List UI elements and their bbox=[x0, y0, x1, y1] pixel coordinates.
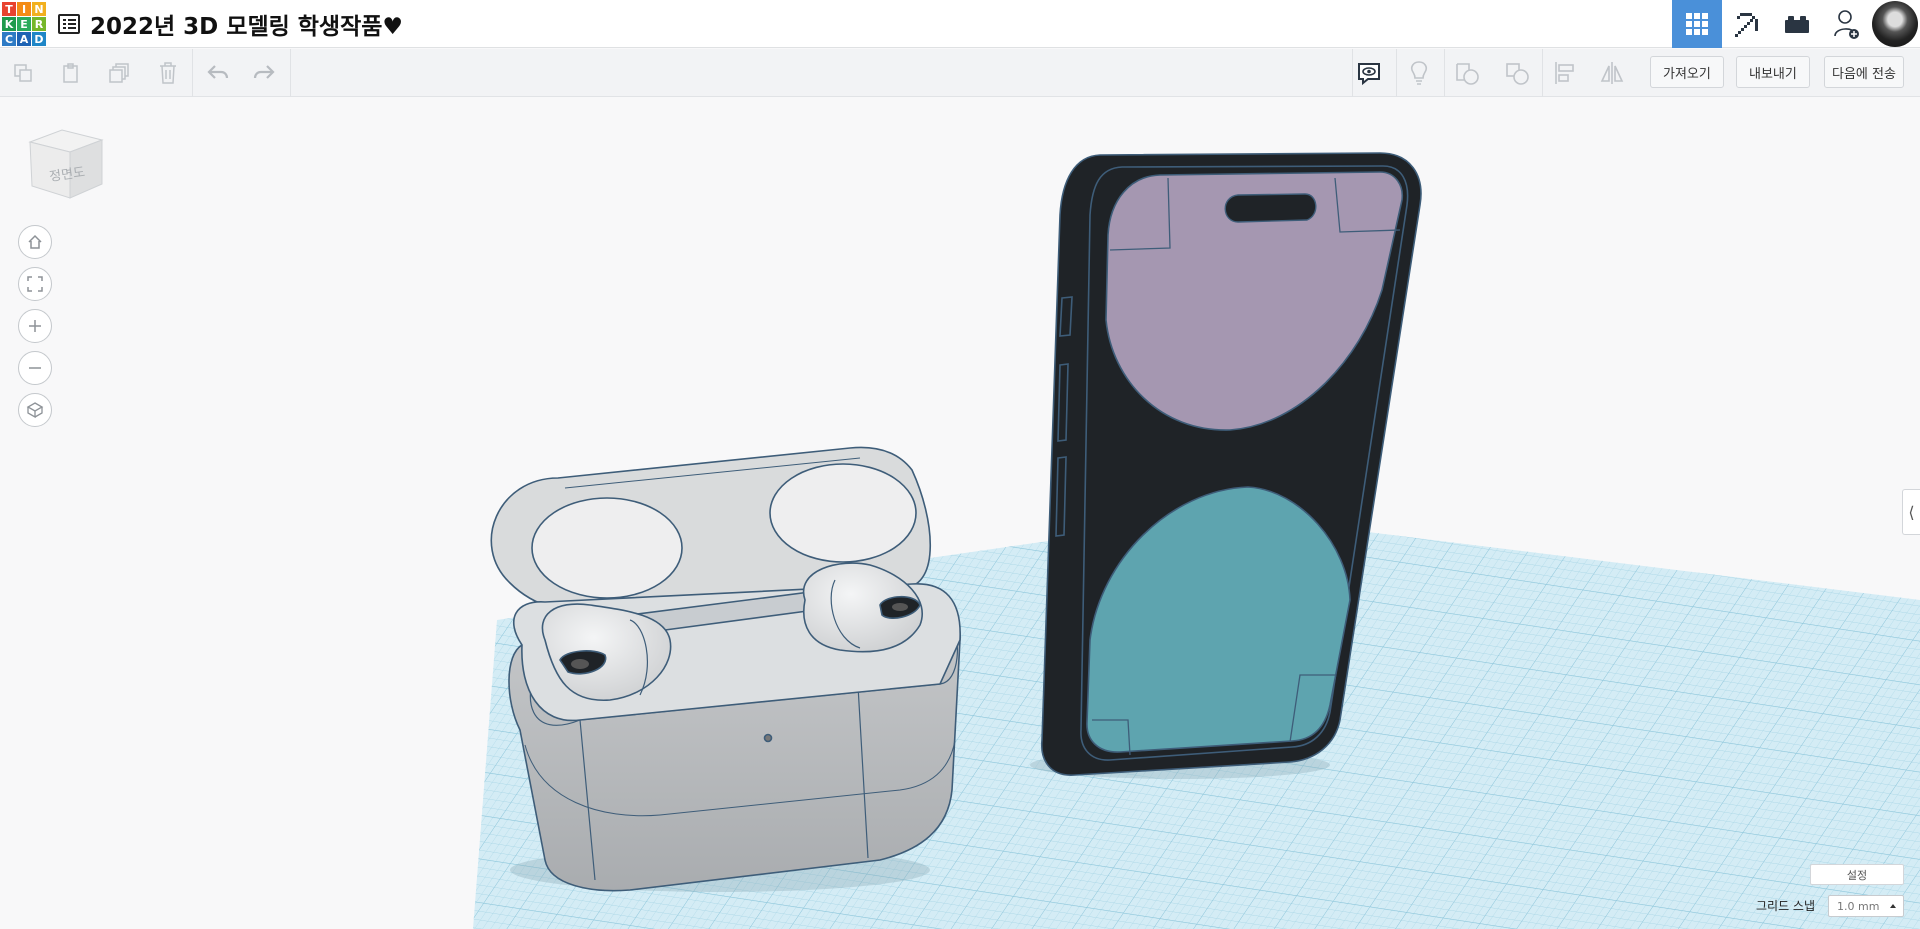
notes-button[interactable] bbox=[1352, 57, 1386, 89]
toolbar-divider bbox=[290, 49, 291, 97]
zoom-in-button[interactable] bbox=[18, 309, 52, 343]
paste-button[interactable] bbox=[54, 57, 88, 89]
logo-letter: R bbox=[32, 17, 46, 31]
logo-letter: E bbox=[17, 17, 31, 31]
export-button[interactable]: 내보내기 bbox=[1736, 56, 1810, 88]
delete-button[interactable] bbox=[151, 57, 185, 89]
zoom-out-button[interactable] bbox=[18, 351, 52, 385]
duplicate-button[interactable] bbox=[103, 57, 137, 89]
fit-view-button[interactable] bbox=[18, 267, 52, 301]
undo-button[interactable] bbox=[201, 57, 235, 89]
align-button[interactable] bbox=[1548, 57, 1582, 89]
cube-icon bbox=[26, 402, 44, 419]
import-button[interactable]: 가져오기 bbox=[1650, 56, 1724, 88]
settings-button[interactable]: 설정 bbox=[1810, 864, 1904, 885]
toolbar-divider bbox=[192, 49, 193, 97]
note-eye-icon bbox=[1358, 63, 1380, 86]
grid-snap-select[interactable]: 1.0 mm bbox=[1828, 895, 1904, 917]
fit-view-icon bbox=[27, 276, 43, 292]
mirror-icon bbox=[1600, 62, 1624, 84]
bricks-view-button[interactable] bbox=[1772, 0, 1822, 48]
tinkercad-logo[interactable]: TIN KER CAD bbox=[2, 2, 46, 46]
redo-icon bbox=[253, 65, 275, 79]
trash-icon bbox=[160, 62, 176, 84]
perspective-button[interactable] bbox=[18, 393, 52, 427]
ungroup-icon bbox=[1506, 63, 1529, 85]
group-button[interactable] bbox=[1450, 57, 1484, 89]
home-icon bbox=[28, 234, 42, 249]
logo-letter: C bbox=[2, 32, 16, 46]
grid-icon bbox=[1686, 13, 1708, 35]
pickaxe-icon bbox=[1735, 13, 1758, 37]
top-bar: TIN KER CAD 2022년 3D 모델링 학생작품♥ bbox=[0, 0, 1920, 48]
undo-icon bbox=[207, 65, 229, 79]
ungroup-button[interactable] bbox=[1500, 57, 1534, 89]
design-title-area: 2022년 3D 모델링 학생작품♥ bbox=[58, 8, 403, 40]
toolbar-divider bbox=[1396, 49, 1397, 97]
toolbar-divider bbox=[1444, 49, 1445, 97]
copy-icon bbox=[14, 64, 32, 82]
add-user-icon bbox=[1834, 10, 1859, 39]
lightbulb-icon bbox=[1410, 61, 1428, 85]
brick-icon bbox=[1785, 16, 1809, 33]
design-title[interactable]: 2022년 3D 모델링 학생작품♥ bbox=[90, 7, 403, 41]
caret-up-icon bbox=[1890, 904, 1896, 908]
group-icon bbox=[1456, 63, 1479, 85]
chevron-left-icon: ⟨ bbox=[1908, 502, 1915, 522]
minus-icon bbox=[29, 367, 41, 369]
workplane-viewport[interactable] bbox=[0, 98, 1920, 929]
send-to-button[interactable]: 다음에 전송 bbox=[1824, 56, 1904, 88]
logo-letter: I bbox=[17, 2, 31, 16]
toolbar-divider bbox=[1542, 49, 1543, 97]
user-avatar[interactable] bbox=[1872, 1, 1918, 47]
duplicate-icon bbox=[109, 63, 129, 83]
align-icon bbox=[1555, 62, 1574, 84]
grid-snap-label: 그리드 스냅 bbox=[1756, 899, 1816, 913]
edit-toolbar: 가져오기 내보내기 다음에 전송 bbox=[0, 49, 1920, 97]
redo-button[interactable] bbox=[247, 57, 281, 89]
paste-icon bbox=[63, 63, 78, 83]
view-switcher bbox=[1672, 0, 1920, 48]
airpods-case-model[interactable] bbox=[490, 446, 961, 892]
copy-button[interactable] bbox=[6, 57, 40, 89]
panel-toggle-button[interactable]: ⟨ bbox=[1902, 489, 1920, 535]
logo-letter: A bbox=[17, 32, 31, 46]
invite-user-button[interactable] bbox=[1822, 0, 1872, 48]
view-cube[interactable]: 정면도 bbox=[22, 120, 112, 214]
design-list-icon[interactable] bbox=[58, 14, 80, 34]
blocks-view-button[interactable] bbox=[1722, 0, 1772, 48]
logo-letter: N bbox=[32, 2, 46, 16]
mirror-button[interactable] bbox=[1595, 57, 1629, 89]
3d-design-view-button[interactable] bbox=[1672, 0, 1722, 48]
light-button[interactable] bbox=[1402, 57, 1436, 89]
grid-snap-value: 1.0 mm bbox=[1837, 899, 1880, 913]
logo-letter: D bbox=[32, 32, 46, 46]
logo-letter: K bbox=[2, 17, 16, 31]
home-view-button[interactable] bbox=[18, 225, 52, 259]
logo-letter: T bbox=[2, 2, 16, 16]
plus-icon bbox=[29, 320, 41, 332]
